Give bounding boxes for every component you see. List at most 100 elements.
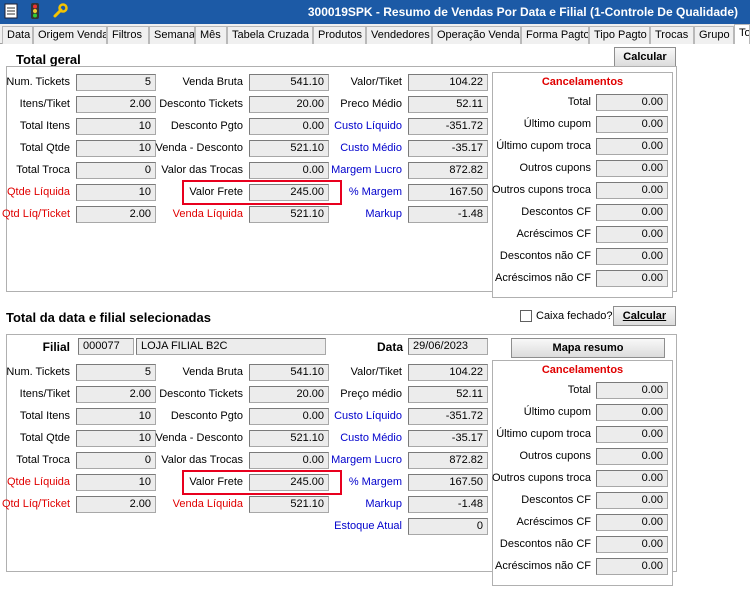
total_geral-qtde-liquida-field[interactable]: 10: [76, 184, 156, 201]
total_data_filial-total-troca-field[interactable]: 0: [76, 452, 156, 469]
total_geral-valor-das-trocas-field[interactable]: 0.00: [249, 162, 329, 179]
total_geral-preco-medio-field[interactable]: 52.11: [408, 96, 488, 113]
wrench-icon[interactable]: [52, 3, 68, 19]
total_geral-qtd-liq-ticket-label: Qtd Líq/Ticket: [1, 208, 70, 220]
total_data_filial-desconto-tickets-field[interactable]: 20.00: [249, 386, 329, 403]
total_data_filial-cancel-outros-cupons-troca-field[interactable]: 0.00: [596, 470, 668, 487]
total_data_filial-qtde-liquida-field[interactable]: 10: [76, 474, 156, 491]
total_data_filial-itens-tiket-field[interactable]: 2.00: [76, 386, 156, 403]
total_geral-custo-liquido-field[interactable]: -351.72: [408, 118, 488, 135]
total_geral-custo-medio-field[interactable]: -35.17: [408, 140, 488, 157]
total_data_filial-cancel-descontos-nao-cf-field[interactable]: 0.00: [596, 536, 668, 553]
calcular-geral-label: Calcular: [623, 51, 667, 63]
filial-code-field[interactable]: 000077: [78, 338, 134, 355]
total_data_filial-desconto-pgto-field[interactable]: 0.00: [249, 408, 329, 425]
total_data_filial-total-itens-field[interactable]: 10: [76, 408, 156, 425]
tab-operacao-venda[interactable]: Operação Venda: [432, 26, 521, 44]
total_data_filial-cancel-descontos-cf-field[interactable]: 0.00: [596, 492, 668, 509]
total_data_filial-cancel-total-field[interactable]: 0.00: [596, 382, 668, 399]
tab-forma-pagto[interactable]: Forma Pagto: [521, 26, 589, 44]
tab-vendedores[interactable]: Vendedores: [366, 26, 432, 44]
total_geral-margem-field[interactable]: 167.50: [408, 184, 488, 201]
tab-bar: Data Origem Venda Filtros Semana Mês Tab…: [0, 24, 750, 45]
total_geral-cancel-outros-cupons-field[interactable]: 0.00: [596, 160, 668, 177]
total_geral-cancel-acrescimos-cf-field[interactable]: 0.00: [596, 226, 668, 243]
total_geral-total-troca-field[interactable]: 0: [76, 162, 156, 179]
tab-filtros[interactable]: Filtros: [107, 26, 149, 44]
total_data_filial-cancel-acrescimos-cf-field[interactable]: 0.00: [596, 514, 668, 531]
calcular-geral-button[interactable]: Calcular: [614, 47, 676, 67]
total_geral-qtd-liq-ticket-field[interactable]: 2.00: [76, 206, 156, 223]
total_geral-margem-lucro-label: Margem Lucro: [331, 164, 402, 176]
total_data_filial-desconto-tickets-label: Desconto Tickets: [159, 388, 243, 400]
data-field[interactable]: 29/06/2023: [408, 338, 488, 355]
total_data_filial-cancel-ultimo-cupom-troca-field[interactable]: 0.00: [596, 426, 668, 443]
total_geral-margem-label: % Margem: [348, 186, 402, 198]
total_data_filial-markup-field[interactable]: -1.48: [408, 496, 488, 513]
total_data_filial-preco-medio-field[interactable]: 52.11: [408, 386, 488, 403]
total_data_filial-qtd-liq-ticket-field[interactable]: 2.00: [76, 496, 156, 513]
total_geral-valor-tiket-label: Valor/Tiket: [350, 76, 402, 88]
total_data_filial-cancel-ultimo-cupom-field[interactable]: 0.00: [596, 404, 668, 421]
total_geral-cancel-outros-cupons-troca-field[interactable]: 0.00: [596, 182, 668, 199]
total-data-filial-title: Total da data e filial selecionadas: [6, 310, 211, 325]
total_geral-desconto-tickets-field[interactable]: 20.00: [249, 96, 329, 113]
total_geral-cancel-descontos-cf-field[interactable]: 0.00: [596, 204, 668, 221]
total_geral-venda-bruta-field[interactable]: 541.10: [249, 74, 329, 91]
total_data_filial-valor-tiket-field[interactable]: 104.22: [408, 364, 488, 381]
tab-grupo[interactable]: Grupo: [694, 26, 734, 44]
tab-mes[interactable]: Mês: [195, 26, 227, 44]
total_geral-num-tickets-field[interactable]: 5: [76, 74, 156, 91]
total_data_filial-custo-liquido-label: Custo Líquido: [334, 410, 402, 422]
tab-produtos[interactable]: Produtos: [313, 26, 366, 44]
total_data_filial-valor-das-trocas-field[interactable]: 0.00: [249, 452, 329, 469]
total_data_filial-venda-desconto-field[interactable]: 521.10: [249, 430, 329, 447]
mapa-resumo-button[interactable]: Mapa resumo: [511, 338, 665, 358]
total_geral-cancel-acrescimos-nao-cf-label: Acréscimos não CF: [495, 272, 591, 284]
total_geral-venda-liquida-field[interactable]: 521.10: [249, 206, 329, 223]
calcular-filial-button[interactable]: Calcular: [613, 306, 676, 326]
total_data_filial-total-qtde-field[interactable]: 10: [76, 430, 156, 447]
tab-origem-venda[interactable]: Origem Venda: [33, 26, 107, 44]
total_data_filial-cancel-outros-cupons-field[interactable]: 0.00: [596, 448, 668, 465]
total_geral-valor-das-trocas-label: Valor das Trocas: [161, 164, 243, 176]
total_geral-cancel-ultimo-cupom-field[interactable]: 0.00: [596, 116, 668, 133]
filial-name-field[interactable]: LOJA FILIAL B2C: [136, 338, 326, 355]
tab-tipo-pagto[interactable]: Tipo Pagto: [589, 26, 650, 44]
total_geral-qtde-liquida-label: Qtde Líquida: [7, 186, 70, 198]
total_geral-valor-tiket-field[interactable]: 104.22: [408, 74, 488, 91]
total_geral-custo-liquido-label: Custo Líquido: [334, 120, 402, 132]
tab-tabela-cruzada[interactable]: Tabela Cruzada: [227, 26, 313, 44]
total_data_filial-margem-lucro-field[interactable]: 872.82: [408, 452, 488, 469]
total_geral-markup-field[interactable]: -1.48: [408, 206, 488, 223]
menu-icon[interactable]: [4, 3, 20, 19]
tab-data[interactable]: Data: [2, 26, 33, 44]
total_data_filial-num-tickets-label: Num. Tickets: [6, 366, 70, 378]
total_data_filial-cancel-acrescimos-nao-cf-field[interactable]: 0.00: [596, 558, 668, 575]
total_geral-margem-lucro-field[interactable]: 872.82: [408, 162, 488, 179]
total_geral-cancel-ultimo-cupom-troca-field[interactable]: 0.00: [596, 138, 668, 155]
tab-semana[interactable]: Semana: [149, 26, 195, 44]
total_geral-cancel-acrescimos-nao-cf-field[interactable]: 0.00: [596, 270, 668, 287]
total_data_filial-custo-liquido-field[interactable]: -351.72: [408, 408, 488, 425]
tab-trocas[interactable]: Trocas: [650, 26, 694, 44]
total_geral-cancel-total-field[interactable]: 0.00: [596, 94, 668, 111]
title-bar: 300019SPK - Resumo de Vendas Por Data e …: [0, 0, 750, 24]
total_data_filial-num-tickets-field[interactable]: 5: [76, 364, 156, 381]
total_geral-total-itens-field[interactable]: 10: [76, 118, 156, 135]
total_geral-desconto-pgto-field[interactable]: 0.00: [249, 118, 329, 135]
total_data_filial-venda-bruta-field[interactable]: 541.10: [249, 364, 329, 381]
traffic-light-icon[interactable]: [27, 3, 43, 19]
total_geral-total-qtde-field[interactable]: 10: [76, 140, 156, 157]
total_data_filial-margem-field[interactable]: 167.50: [408, 474, 488, 491]
total_data_filial-cancel-descontos-cf-label: Descontos CF: [521, 494, 591, 506]
tab-totais[interactable]: To: [734, 24, 750, 45]
caixa-fechado-checkbox[interactable]: [520, 310, 532, 322]
total_data_filial-custo-medio-field[interactable]: -35.17: [408, 430, 488, 447]
total_data_filial-venda-liquida-field[interactable]: 521.10: [249, 496, 329, 513]
total_data_filial-itens-tiket-label: Itens/Tiket: [19, 388, 70, 400]
total_geral-cancel-descontos-nao-cf-field[interactable]: 0.00: [596, 248, 668, 265]
total_data_filial-estoque-atual-field[interactable]: 0: [408, 518, 488, 535]
total_geral-venda-desconto-field[interactable]: 521.10: [249, 140, 329, 157]
total_geral-itens-tiket-field[interactable]: 2.00: [76, 96, 156, 113]
